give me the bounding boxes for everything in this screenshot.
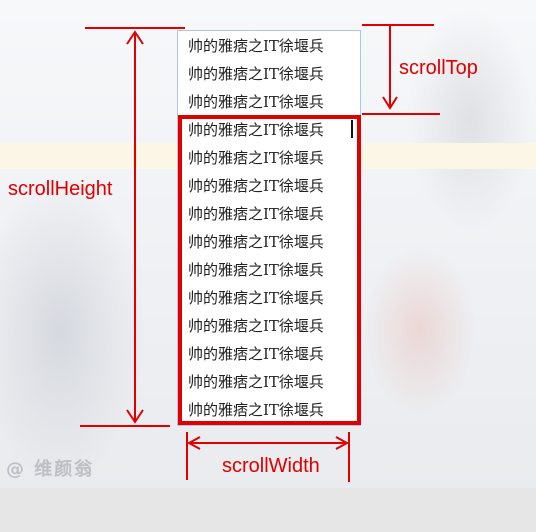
scrollwidth-label: scrollWidth [222,455,320,477]
scrollheight-label: scrollHeight [8,178,113,200]
scrolltop-label: scrollTop [399,57,478,79]
